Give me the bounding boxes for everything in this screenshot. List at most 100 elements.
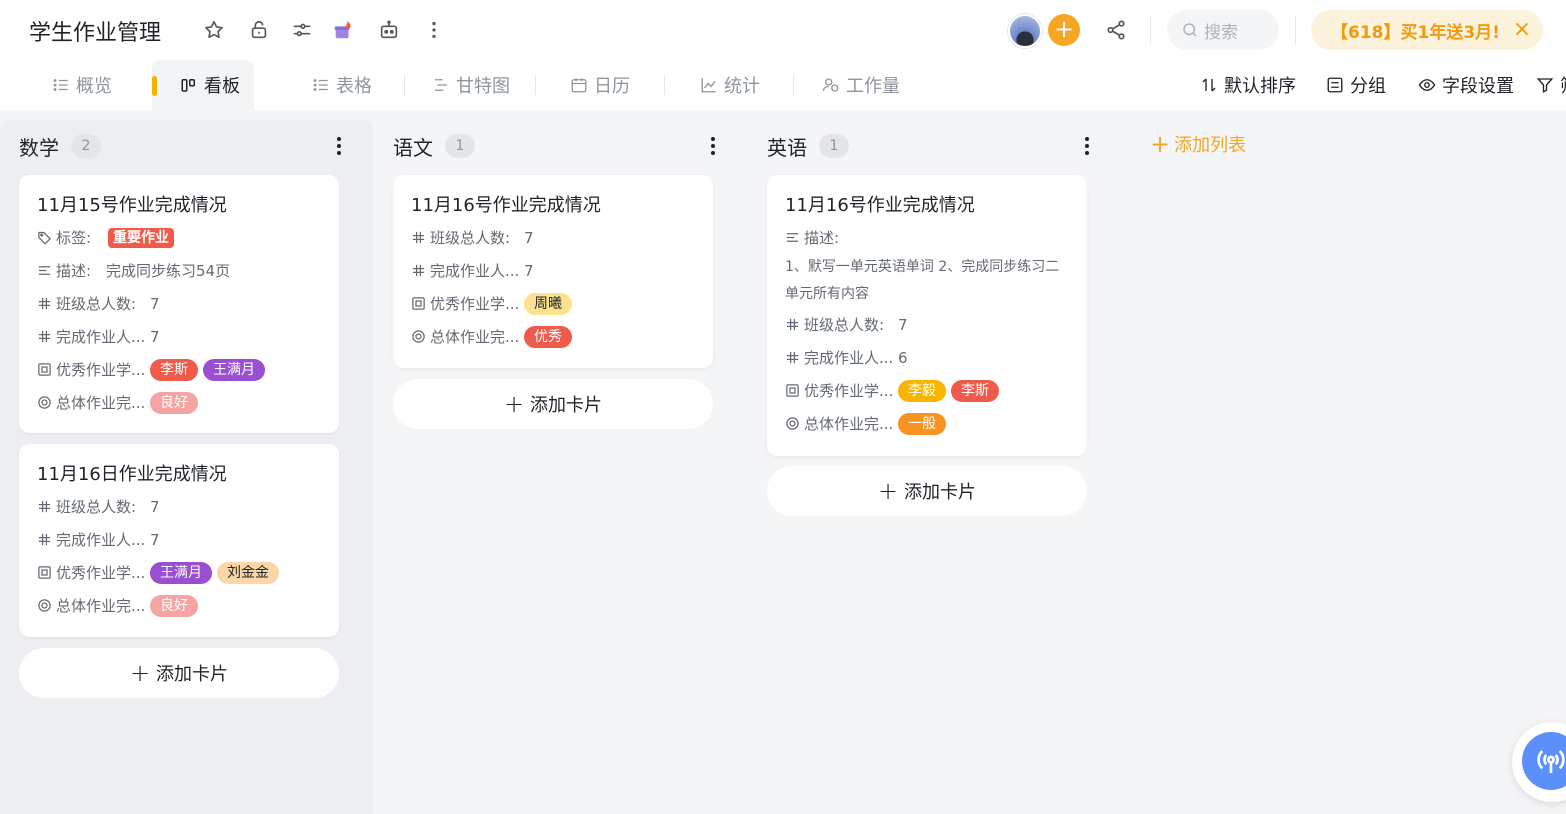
field-total: 班级总人数: 7 <box>37 287 323 320</box>
column-count: 1 <box>445 134 475 158</box>
group-button[interactable]: 分组 <box>1326 60 1386 110</box>
single-select-icon <box>412 330 425 343</box>
student-tag: 王满月 <box>203 358 265 381</box>
student-tag: 周曦 <box>524 292 572 315</box>
field-excellent: 优秀作业学... 周曦 <box>411 287 697 320</box>
field-overall: 总体作业完... 一般 <box>785 407 1071 440</box>
plus-icon: + <box>1150 130 1171 158</box>
column-count: 2 <box>71 134 101 158</box>
card[interactable]: 11月16日作业完成情况 班级总人数: 7 完成作业人... 7 优秀作业学..… <box>19 444 339 637</box>
sort-button[interactable]: 默认排序 <box>1200 60 1296 110</box>
add-list-button[interactable]: + 添加列表 <box>1150 130 1246 158</box>
robot-icon[interactable] <box>377 18 401 42</box>
field-excellent: 优秀作业学... 王满月 刘金金 <box>37 556 323 589</box>
kanban-board: 数学 2 11月15号作业完成情况 标签: 重要作业 描述: 完成同步练习54页… <box>0 110 1566 814</box>
field-total: 班级总人数: 7 <box>37 490 323 523</box>
field-desc: 描述: 完成同步练习54页 <box>37 254 323 287</box>
tab-calendar[interactable]: 日历 <box>570 60 630 110</box>
card[interactable]: 11月15号作业完成情况 标签: 重要作业 描述: 完成同步练习54页 班级总人… <box>19 175 339 433</box>
rating-tag: 优秀 <box>524 325 572 348</box>
tag-icon <box>38 231 52 245</box>
multi-select-icon <box>38 363 51 376</box>
multi-select-icon <box>786 384 799 397</box>
column-title: 数学 <box>19 135 59 160</box>
chart-icon <box>701 78 716 93</box>
text-icon <box>38 266 51 275</box>
field-total: 班级总人数: 7 <box>785 308 1071 341</box>
field-overall: 总体作业完... 良好 <box>37 589 323 622</box>
view-tabs: 概览 看板 表格 甘特图 日历 统计 工作量 默认排序 分组 字段设置 筛 <box>0 60 1566 110</box>
field-total: 班级总人数: 7 <box>411 221 697 254</box>
avatar[interactable] <box>1008 14 1042 48</box>
more-vertical-icon[interactable] <box>703 134 723 158</box>
number-icon <box>786 318 799 331</box>
single-select-icon <box>38 599 51 612</box>
tab-overview[interactable]: 概览 <box>52 60 112 110</box>
share-icon[interactable] <box>1104 18 1128 42</box>
more-vertical-icon[interactable] <box>329 134 349 158</box>
rating-tag: 一般 <box>898 412 946 435</box>
column-header: 语文 1 <box>393 130 723 162</box>
more-vertical-icon[interactable] <box>422 18 446 42</box>
add-card-button[interactable]: + 添加卡片 <box>767 466 1087 516</box>
sliders-icon[interactable] <box>290 18 314 42</box>
tab-divider <box>664 75 665 95</box>
tag-badge: 重要作业 <box>108 227 174 248</box>
gantt-icon <box>435 79 447 91</box>
single-select-icon <box>38 396 51 409</box>
more-vertical-icon[interactable] <box>1077 134 1097 158</box>
search-icon <box>1183 23 1197 37</box>
sort-icon <box>1202 78 1216 92</box>
table-icon <box>313 79 328 91</box>
field-settings-button[interactable]: 字段设置 <box>1418 60 1514 110</box>
lock-icon[interactable] <box>247 18 271 42</box>
field-done: 完成作业人... 6 <box>785 341 1071 374</box>
tab-gantt[interactable]: 甘特图 <box>432 60 510 110</box>
close-icon[interactable]: × <box>1511 19 1533 41</box>
kanban-icon <box>181 79 195 92</box>
divider <box>1150 16 1151 44</box>
student-tag: 李斯 <box>150 358 198 381</box>
card-title: 11月16号作业完成情况 <box>411 195 601 216</box>
add-card-button[interactable]: + 添加卡片 <box>19 648 339 698</box>
student-tag: 王满月 <box>150 561 212 584</box>
tab-kanban[interactable]: 看板 <box>152 60 254 110</box>
number-icon <box>412 264 425 277</box>
tab-workload[interactable]: 工作量 <box>822 60 900 110</box>
add-member-button[interactable]: + <box>1048 14 1080 46</box>
add-card-button[interactable]: + 添加卡片 <box>393 379 713 429</box>
rating-tag: 良好 <box>150 594 198 617</box>
workload-icon <box>822 78 839 92</box>
search-placeholder: 搜索 <box>1204 22 1238 43</box>
card[interactable]: 11月16号作业完成情况 描述: 1、默写一单元英语单词 2、完成同步练习二单元… <box>767 175 1087 456</box>
gift-hot-icon[interactable] <box>331 18 355 42</box>
field-tag: 标签: 重要作业 <box>37 221 323 254</box>
plus-icon: + <box>129 659 151 687</box>
card-title: 11月16号作业完成情况 <box>785 195 975 216</box>
plus-icon: + <box>503 390 525 418</box>
tab-stats[interactable]: 统计 <box>700 60 760 110</box>
number-icon <box>38 533 51 546</box>
tab-divider <box>793 75 794 95</box>
field-done: 完成作业人... 7 <box>37 523 323 556</box>
student-tag: 李毅 <box>898 379 946 402</box>
multi-select-icon <box>412 297 425 310</box>
field-excellent: 优秀作业学... 李毅 李斯 <box>785 374 1071 407</box>
text-icon <box>786 233 799 242</box>
tab-table[interactable]: 表格 <box>312 60 372 110</box>
search-box[interactable]: 搜索 <box>1167 10 1279 50</box>
rating-tag: 良好 <box>150 391 198 414</box>
divider <box>1295 16 1296 44</box>
field-done: 完成作业人... 7 <box>37 320 323 353</box>
field-overall: 总体作业完... 优秀 <box>411 320 697 353</box>
list-icon <box>53 79 68 91</box>
top-bar: 学生作业管理 + 搜索 【618】买1年送3月! × <box>0 0 1566 60</box>
card[interactable]: 11月16号作业完成情况 班级总人数: 7 完成作业人... 7 优秀作业学..… <box>393 175 713 368</box>
student-tag: 刘金金 <box>217 561 279 584</box>
promo-banner[interactable]: 【618】买1年送3月! × <box>1311 10 1543 50</box>
column-header: 英语 1 <box>767 130 1097 162</box>
star-icon[interactable] <box>202 18 226 42</box>
number-icon <box>38 330 51 343</box>
filter-icon <box>1536 78 1554 93</box>
filter-button[interactable]: 筛 <box>1536 60 1566 110</box>
